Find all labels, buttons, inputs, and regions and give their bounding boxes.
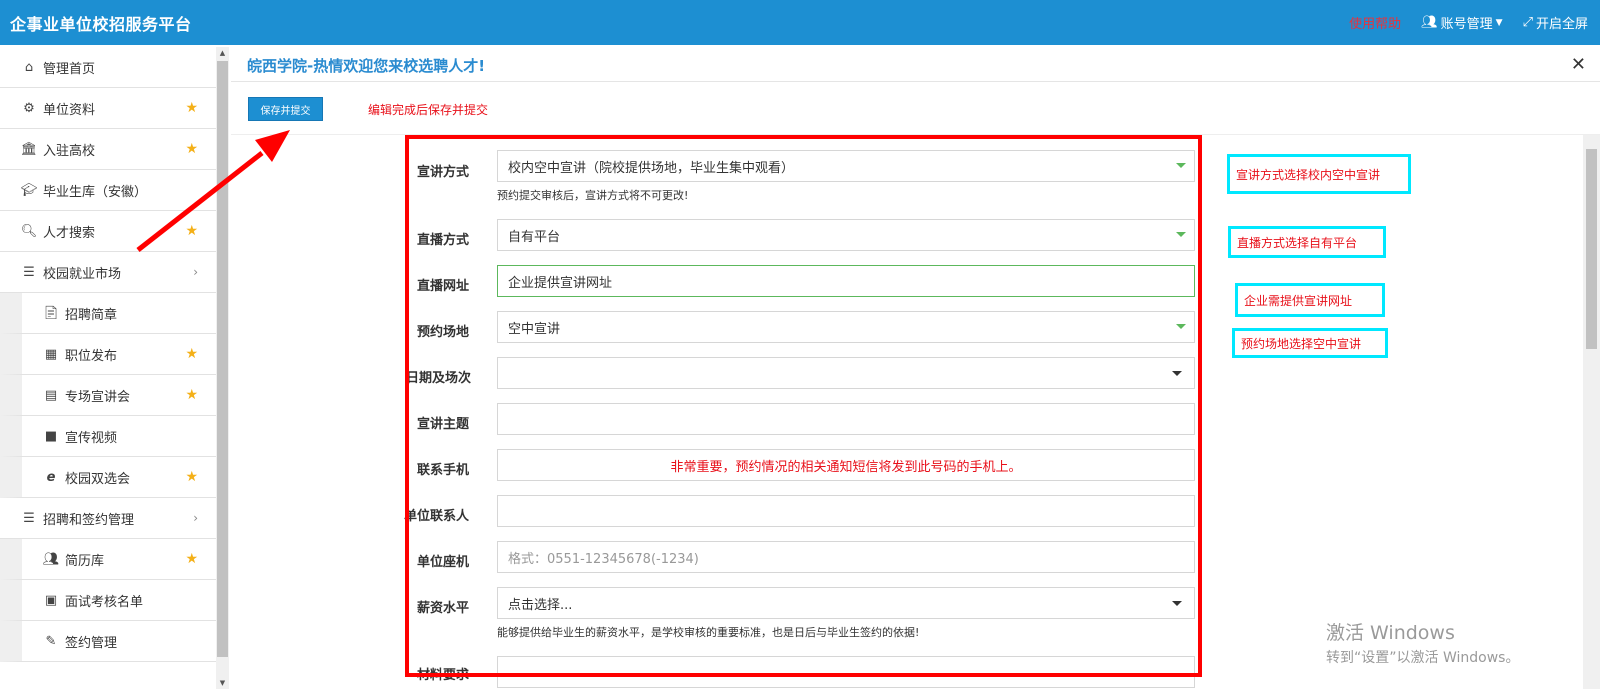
- watermark-line2: 转到“设置”以激活 Windows。: [1326, 650, 1520, 666]
- windows-activation-watermark: 激活 Windows 转到“设置”以激活 Windows。: [1326, 618, 1519, 667]
- annotation-url: 企业需提供宣讲网址: [1235, 283, 1385, 317]
- annotation-venue: 预约场地选择空中宣讲: [1232, 328, 1388, 358]
- annotation-method: 宣讲方式选择校内空中宣讲: [1227, 154, 1411, 194]
- annotation-live: 直播方式选择自有平台: [1228, 226, 1386, 258]
- watermark-line1: 激活 Windows: [1326, 622, 1455, 644]
